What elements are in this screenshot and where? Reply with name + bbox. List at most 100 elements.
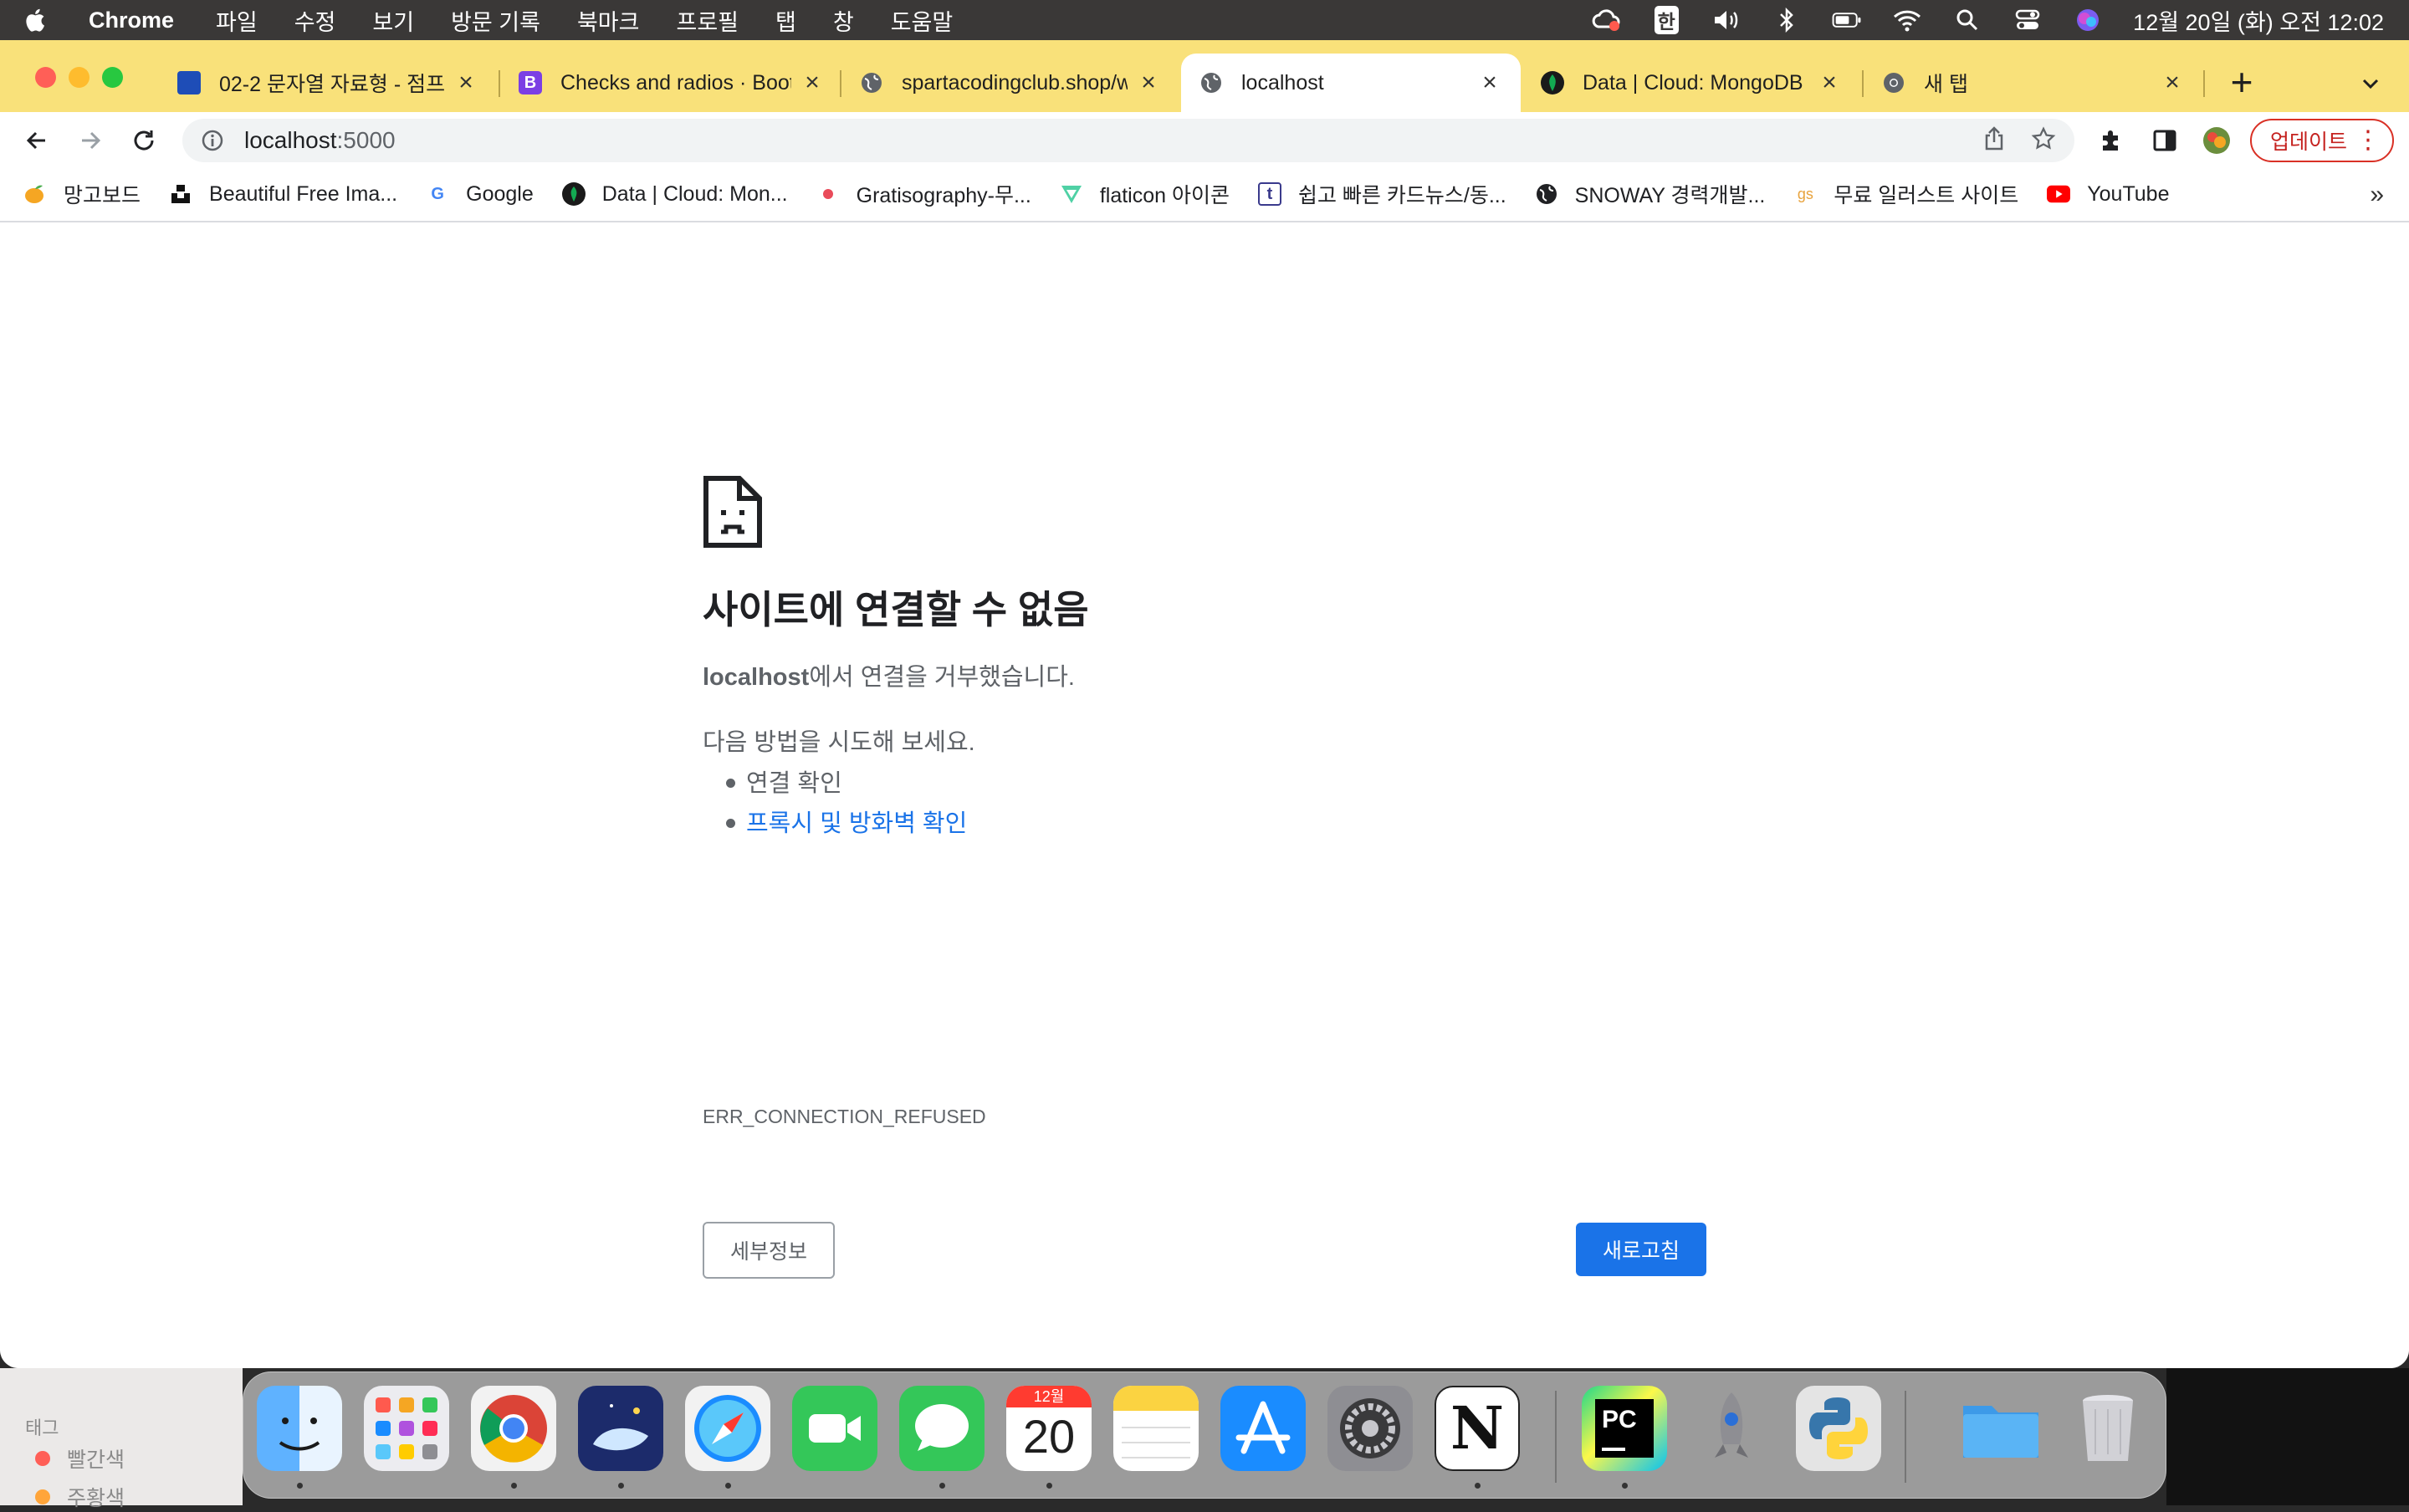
bookmark-unsplash[interactable]: Beautiful Free Ima... [169,182,397,207]
input-source-icon[interactable]: 한 [1651,6,1681,34]
apple-icon[interactable] [25,7,50,33]
tab-strip: 02-2 문자열 자료형 - 점프 투 × B Checks and radio… [0,40,2409,112]
pycharm-icon[interactable]: PC [1582,1386,1667,1471]
details-button[interactable]: 세부정보 [703,1222,835,1279]
menu-file[interactable]: 파일 [216,4,258,37]
tab-search-chevron-icon[interactable] [2355,69,2386,99]
messages-icon[interactable] [899,1386,985,1471]
more-vertical-icon[interactable]: ⋮ [2355,128,2381,153]
running-indicator [1475,1483,1481,1489]
menu-window[interactable]: 창 [833,4,854,37]
launchpad-icon[interactable] [364,1386,449,1471]
whale-icon[interactable] [578,1386,663,1471]
side-panel-icon[interactable] [2148,124,2181,157]
reload-button[interactable]: 새로고침 [1576,1223,1706,1276]
close-tab-icon[interactable]: × [1817,69,1842,97]
bookmark-snoway[interactable]: SNOWAY 경력개발... [1535,179,1765,209]
menu-help[interactable]: 도움말 [891,4,954,37]
folder-icon[interactable] [1958,1386,2043,1471]
trash-icon[interactable] [2065,1386,2151,1471]
bookmark-label: Gratisography-무... [856,184,1031,207]
spotlight-search-icon[interactable] [1952,8,1982,33]
tab-wikidocs[interactable]: 02-2 문자열 자료형 - 점프 투 × [159,54,497,112]
tab-new-tab[interactable]: 새 탭 × [1864,54,2203,112]
running-indicator [511,1483,517,1489]
tag-color-dot [35,1489,50,1504]
menu-edit[interactable]: 수정 [294,4,336,37]
url-text[interactable]: localhost:5000 [244,127,396,154]
facetime-icon[interactable] [792,1386,877,1471]
siri-icon[interactable] [2073,8,2103,33]
control-center-icon[interactable] [2013,8,2043,33]
close-tab-icon[interactable]: × [2160,69,2185,97]
suggestion-check-proxy-firewall[interactable]: 프록시 및 방화벽 확인 [703,801,967,841]
rocket-icon[interactable] [1689,1386,1774,1471]
volume-icon[interactable] [1711,8,1742,33]
error-host-suffix: 에서 연결을 거부했습니다. [809,664,1075,691]
bookmark-star-icon[interactable] [2031,125,2056,156]
bluetooth-icon[interactable] [1772,8,1802,33]
more-bookmarks-chevron-icon[interactable]: » [2370,181,2384,209]
close-tab-icon[interactable]: × [1136,69,1161,97]
menu-bookmarks[interactable]: 북마크 [577,4,640,37]
close-tab-icon[interactable]: × [800,69,825,97]
app-store-icon[interactable] [1220,1386,1306,1471]
tag-red[interactable]: 빨간색 [35,1443,125,1474]
profile-avatar[interactable] [2200,124,2233,157]
suggestion-link[interactable]: 프록시 및 방화벽 확인 [746,804,967,839]
share-icon[interactable] [1982,125,2006,156]
bootstrap-icon: B [519,71,542,94]
tab-localhost[interactable]: localhost × [1181,54,1521,112]
error-code: ERR_CONNECTION_REFUSED [703,1106,986,1127]
creative-cloud-icon[interactable] [1591,8,1621,33]
back-arrow-icon[interactable] [20,124,54,157]
tag-label: 주황색 [67,1487,125,1510]
site-info-icon[interactable] [201,129,224,152]
menu-app-name[interactable]: Chrome [89,8,174,33]
address-bar[interactable]: localhost:5000 [182,119,2074,162]
extensions-puzzle-icon[interactable] [2094,124,2128,157]
bookmark-tiny[interactable]: t 쉽고 빠른 카드뉴스/동... [1257,179,1506,209]
tab-mongodb[interactable]: Data | Cloud: MongoDB Cloud × [1522,54,1860,112]
bookmark-youtube[interactable]: YouTube [2047,182,2170,207]
bookmark-gratisography[interactable]: Gratisography-무... [816,179,1031,209]
zoom-window-button[interactable] [102,67,123,88]
system-settings-icon[interactable] [1327,1386,1413,1471]
menu-clock[interactable]: 12월 20일 (화) 오전 12:02 [2133,4,2384,37]
bookmark-free-illustrations[interactable]: gs 무료 일러스트 사이트 [1793,179,2018,209]
menu-profiles[interactable]: 프로필 [676,4,739,37]
menu-view[interactable]: 보기 [372,4,414,37]
finder-icon[interactable] [257,1386,342,1471]
calendar-icon[interactable]: 12월 20 [1006,1386,1092,1471]
close-tab-icon[interactable]: × [453,69,478,97]
wifi-icon[interactable] [1892,8,1922,33]
menu-tab[interactable]: 탭 [775,4,796,37]
bookmark-flaticon[interactable]: flaticon 아이콘 [1060,179,1230,209]
forward-arrow-icon[interactable] [74,124,107,157]
calendar-month: 12월 [1006,1386,1092,1407]
update-button[interactable]: 업데이트 ⋮ [2250,119,2394,162]
tag-color-dot [35,1451,50,1466]
error-message: localhost에서 연결을 거부했습니다. [703,657,1075,692]
tab-bootstrap[interactable]: B Checks and radios · Bootstrap × [500,54,843,112]
close-tab-icon[interactable]: × [1477,69,1502,97]
new-tab-button[interactable]: + [2225,62,2258,102]
tag-orange[interactable]: 주황색 [35,1482,125,1512]
chrome-icon[interactable] [471,1386,556,1471]
notes-icon[interactable] [1113,1386,1199,1471]
notion-icon[interactable]: N [1435,1386,1520,1471]
bookmark-mangoboard[interactable]: 망고보드 [23,179,141,209]
youtube-icon [2047,182,2071,206]
bookmark-google[interactable]: G Google [426,182,533,207]
tab-spartacodingclub[interactable]: spartacodingclub.shop/web × [841,54,1179,112]
battery-icon[interactable] [1832,8,1862,33]
menu-history[interactable]: 방문 기록 [451,4,540,37]
python-launcher-icon[interactable] [1796,1386,1881,1471]
browser-toolbar: localhost:5000 업데이트 ⋮ [0,112,2409,167]
close-window-button[interactable] [35,67,56,88]
bookmark-mongodb[interactable]: Data | Cloud: Mon... [561,182,788,207]
minimize-window-button[interactable] [69,67,90,88]
mangoboard-icon [23,182,47,206]
reload-icon[interactable] [127,124,161,157]
safari-icon[interactable] [685,1386,770,1471]
